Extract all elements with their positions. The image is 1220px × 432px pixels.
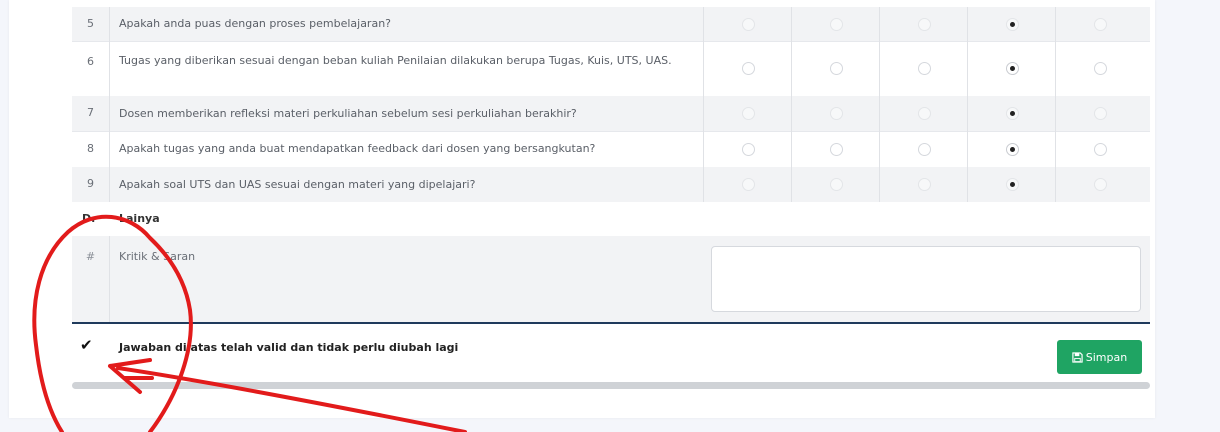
red-annotation-overlay bbox=[32, 214, 467, 432]
red-arrowhead-annotation bbox=[108, 358, 154, 394]
red-circle-annotation bbox=[32, 214, 193, 432]
